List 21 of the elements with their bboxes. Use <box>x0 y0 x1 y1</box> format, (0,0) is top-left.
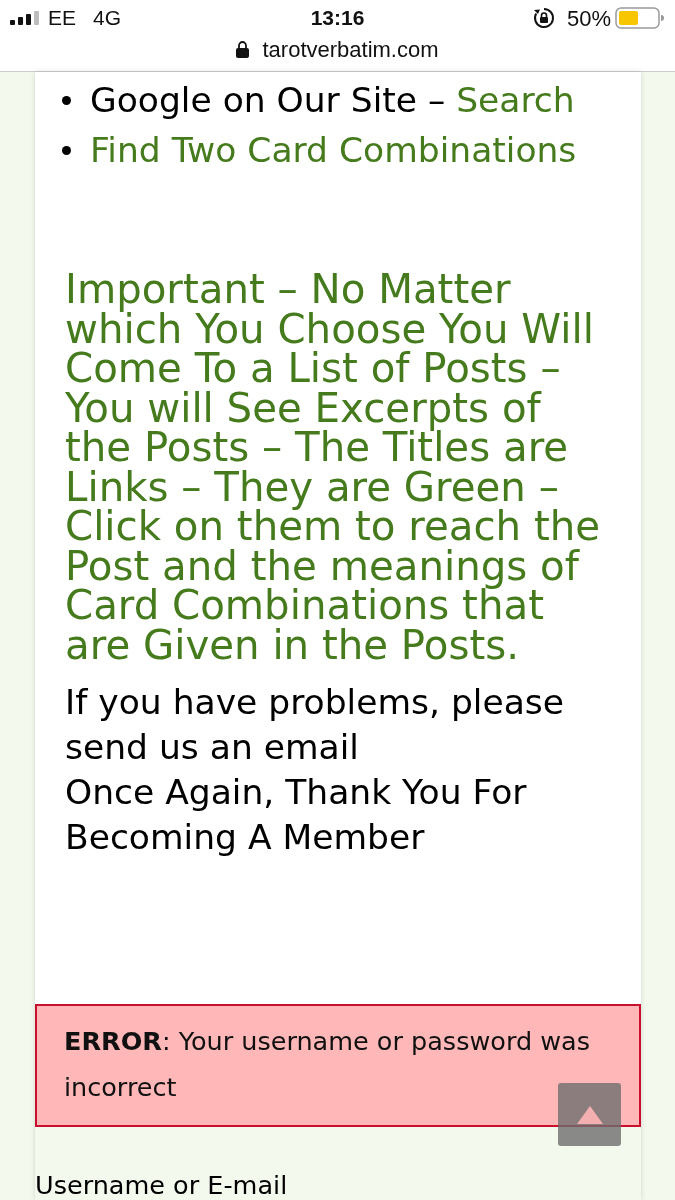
page-link[interactable]: Search <box>456 80 575 120</box>
battery-percent: 50% <box>566 4 611 33</box>
rotation-lock-icon <box>532 7 555 29</box>
bullet-icon <box>62 145 71 155</box>
battery-icon <box>615 7 665 29</box>
address-url[interactable]: tarotverbatim.com <box>262 32 439 66</box>
network-type: 4G <box>93 5 122 32</box>
up-triangle-icon <box>576 1105 603 1124</box>
notice-heading: Important – No Matter which You Choose You Will Come To a List of Posts – You will See Excerpts of the Posts – The Titles are Links – They are Green – Click on them to reach the Post and the meanings of Card Combinations that are Given in the Posts. <box>65 270 602 665</box>
bullet-icon <box>62 95 71 105</box>
body-text: Once Again, Thank You For Becoming A Member <box>65 771 528 859</box>
body-text: If you have problems, please send us an email <box>65 681 565 769</box>
error-message: ERROR: Your username or password was incorrect <box>64 1025 591 1104</box>
clock-time: 13:16 <box>310 5 365 32</box>
page-link[interactable]: Find Two Card Combinations <box>90 125 577 175</box>
lock-icon <box>236 40 250 58</box>
signal-icon <box>10 11 40 25</box>
list-item-text: Google on Our Site – Search <box>90 79 575 122</box>
username-label: Username or E-mail <box>35 1170 288 1200</box>
carrier-name: EE <box>48 5 76 32</box>
scroll-to-top-button[interactable] <box>558 1083 621 1146</box>
